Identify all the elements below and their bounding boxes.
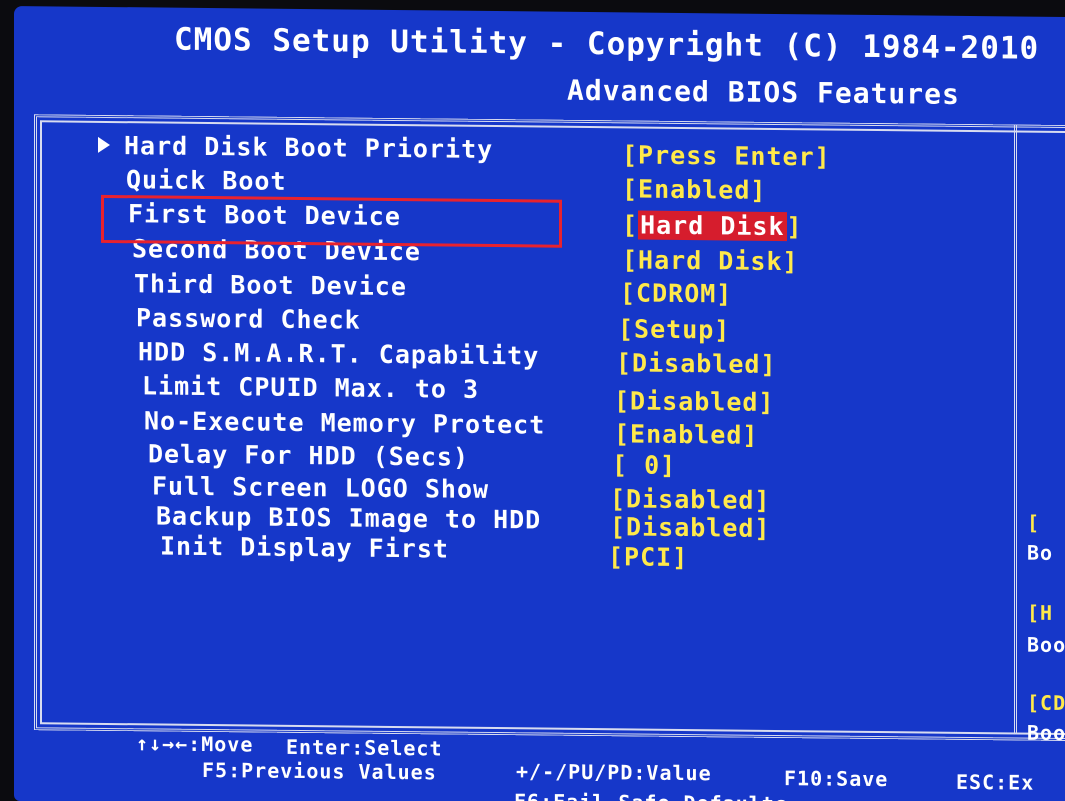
help-text-3: [H — [1027, 600, 1054, 625]
help-panel: [ Bo [H Boo [CD Boo — [1014, 124, 1065, 745]
key-hint-failsafe: F6:Fail-Safe Defaults — [514, 789, 788, 801]
help-text-2: Bo — [1027, 540, 1054, 565]
setting-value[interactable]: [Disabled] — [610, 512, 771, 543]
setting-value[interactable]: [Disabled] — [614, 386, 775, 417]
setting-value[interactable]: [Setup] — [618, 314, 730, 344]
setting-label: Hard Disk Boot Priority — [124, 131, 494, 165]
setting-value[interactable]: [PCI] — [608, 542, 688, 572]
setting-value[interactable]: [Hard Disk] — [622, 210, 803, 241]
setting-value[interactable]: [Disabled] — [616, 348, 777, 379]
setting-value[interactable]: [Disabled] — [610, 484, 771, 515]
page-subtitle: Advanced BIOS Features — [567, 73, 960, 111]
setting-value[interactable]: [Hard Disk] — [622, 245, 799, 276]
value-bracket-open: [ — [622, 210, 639, 240]
help-text-4: Boo — [1027, 632, 1065, 658]
setting-label: First Boot Device — [128, 199, 401, 232]
submenu-arrow-icon — [98, 136, 110, 154]
setting-label: No-Execute Memory Protect — [144, 406, 546, 440]
key-help-bar: ↑↓→←:Move Enter:Select +/-/PU/PD:Value F… — [14, 730, 1065, 801]
value-bracket-close: ] — [786, 212, 803, 242]
setting-label: HDD S.M.A.R.T. Capability — [138, 337, 540, 371]
setting-label: Second Boot Device — [132, 234, 421, 267]
setting-label: Limit CPUID Max. to 3 — [142, 371, 480, 404]
key-hint-save: F10:Save — [784, 766, 889, 792]
setting-label: Delay For HDD (Secs) — [148, 439, 470, 472]
bios-header: CMOS Setup Utility - Copyright (C) 1984-… — [14, 20, 1065, 111]
setting-value[interactable]: [Enabled] — [614, 419, 758, 450]
setting-label: Quick Boot — [126, 165, 287, 196]
key-hint-move: ↑↓→←:Move — [136, 731, 254, 757]
help-text-1: [ — [1027, 510, 1041, 535]
setting-value[interactable]: [Enabled] — [622, 174, 766, 205]
setting-value[interactable]: [CDROM] — [620, 278, 732, 308]
selected-value-highlight[interactable]: Hard Disk — [638, 210, 787, 242]
setting-value[interactable]: [Press Enter] — [622, 140, 831, 171]
key-hint-value: +/-/PU/PD:Value — [516, 759, 712, 786]
help-text-5: [CD — [1027, 690, 1065, 716]
key-hint-exit: ESC:Ex — [956, 769, 1035, 795]
key-hint-select: Enter:Select — [286, 734, 443, 761]
setting-label: Full Screen LOGO Show — [152, 471, 490, 504]
key-hint-previous: F5:Previous Values — [202, 757, 437, 785]
setting-label: Password Check — [136, 303, 361, 335]
setting-label: Backup BIOS Image to HDD — [156, 501, 542, 535]
bios-screen: CMOS Setup Utility - Copyright (C) 1984-… — [14, 6, 1065, 801]
setting-value[interactable]: [ 0] — [612, 450, 676, 480]
setting-label: Init Display First — [160, 531, 449, 564]
page-title: CMOS Setup Utility - Copyright (C) 1984-… — [174, 21, 1040, 67]
setting-label: Third Boot Device — [134, 269, 407, 302]
